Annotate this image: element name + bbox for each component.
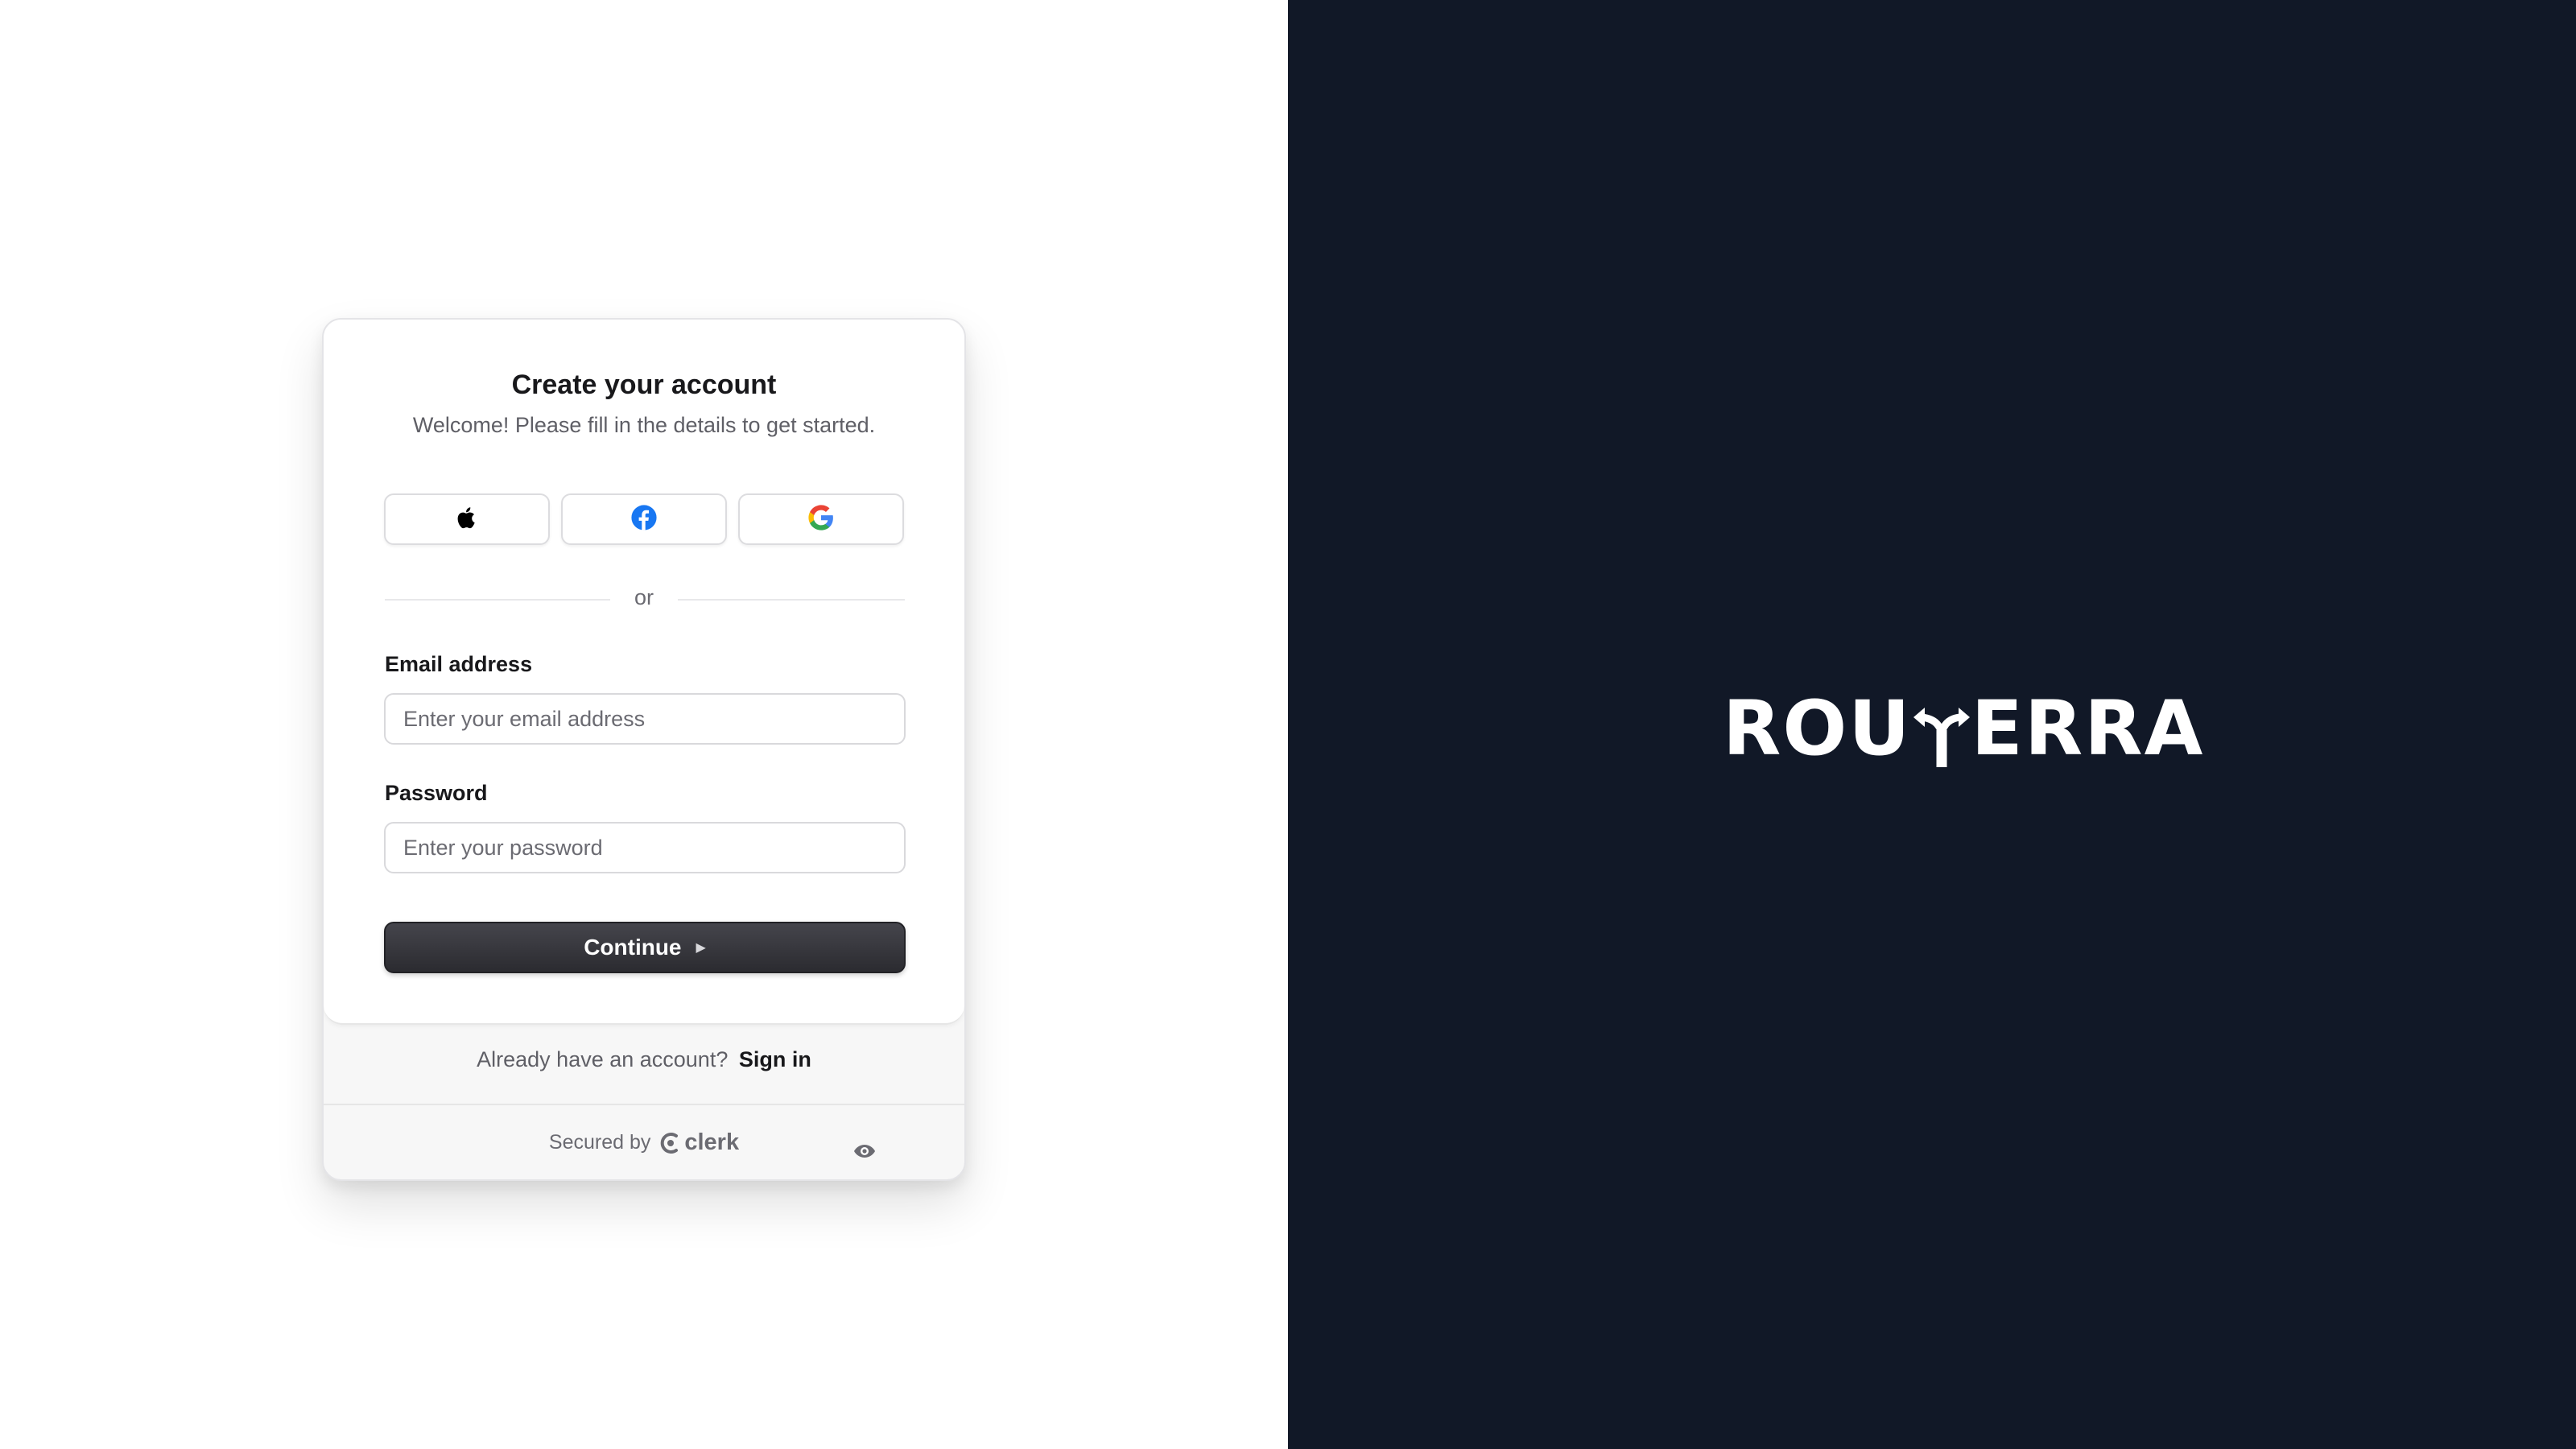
google-icon: [807, 504, 835, 535]
signup-card-main: Create your account Welcome! Please fill…: [324, 320, 964, 1025]
continue-label: Continue: [584, 935, 682, 960]
signin-link[interactable]: Sign in: [739, 1047, 811, 1071]
apple-signup-button[interactable]: [384, 493, 550, 545]
signup-pane: Create your account Welcome! Please fill…: [0, 0, 1288, 1449]
logo-text-left: ROU: [1723, 685, 1912, 773]
email-label: Email address: [385, 652, 533, 676]
password-field[interactable]: [384, 822, 906, 873]
secured-by-label: Secured by: [548, 1131, 651, 1154]
page-subtitle: Welcome! Please fill in the details to g…: [412, 413, 876, 437]
email-field[interactable]: [384, 693, 906, 745]
clerk-brand: clerk: [684, 1129, 740, 1155]
routerra-logo: ROU ERRA: [1723, 687, 2204, 767]
clerk-logo-icon: [660, 1132, 681, 1154]
signin-row: Already have an account? Sign in: [324, 1047, 964, 1072]
secured-by-row: Secured by clerk: [324, 1129, 964, 1156]
divider-line-right: [678, 599, 905, 601]
password-label: Password: [385, 781, 488, 805]
divider-or: or: [634, 585, 654, 609]
route-fork-icon: [1912, 701, 1971, 767]
apple-icon: [453, 504, 481, 535]
signin-prompt: Already have an account?: [477, 1047, 729, 1071]
continue-button[interactable]: Continue ▶: [384, 922, 906, 973]
facebook-icon: [630, 504, 658, 535]
logo-text-right: ERRA: [1971, 685, 2205, 773]
google-signup-button[interactable]: [738, 493, 904, 545]
divider-line-left: [385, 599, 610, 601]
page-title: Create your account: [511, 369, 777, 400]
play-arrow-icon: ▶: [696, 941, 706, 955]
footer-divider: [324, 1104, 964, 1105]
signup-card: Create your account Welcome! Please fill…: [322, 318, 966, 1181]
facebook-signup-button[interactable]: [561, 493, 727, 545]
